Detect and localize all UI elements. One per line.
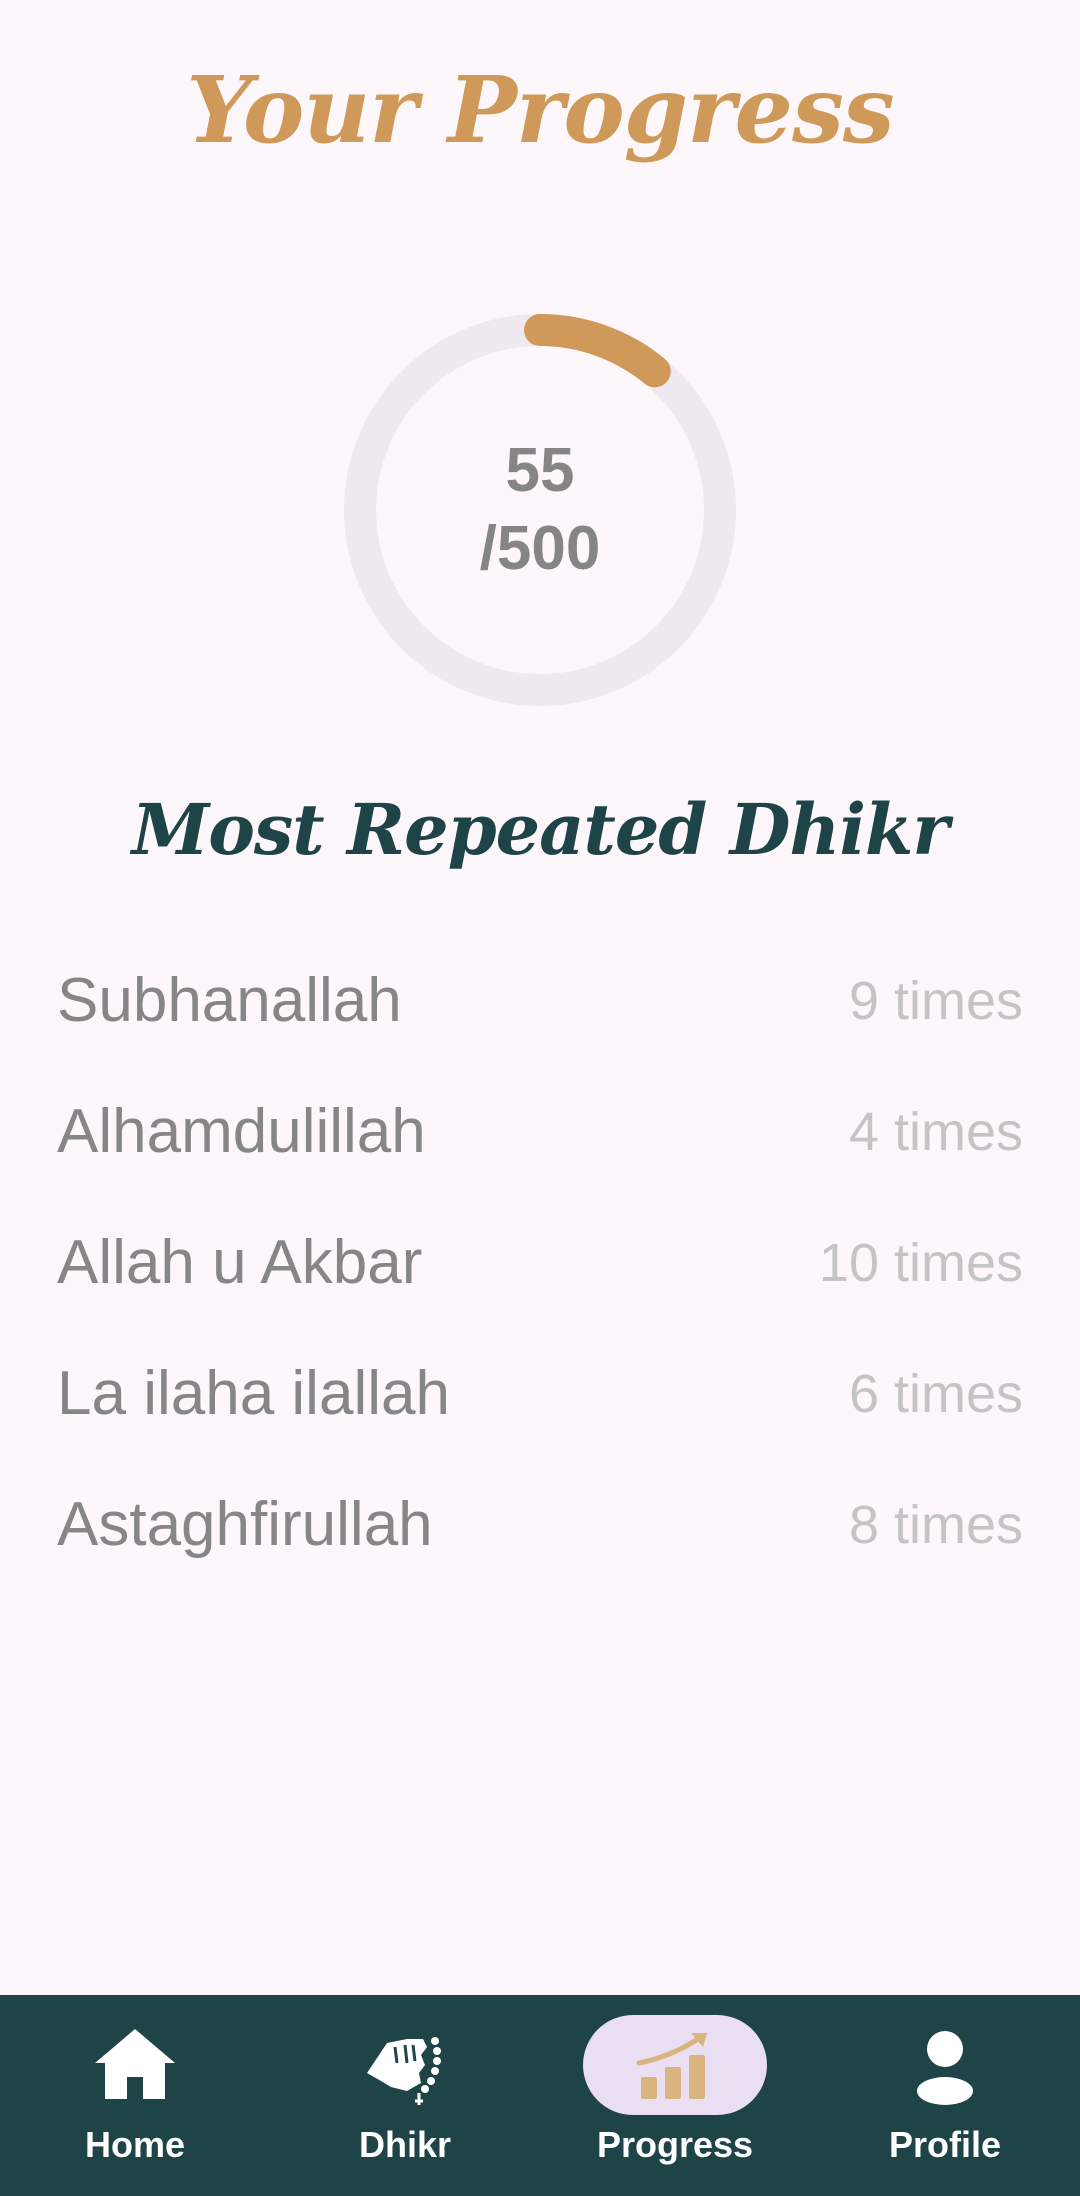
nav-item-profile[interactable]: Profile: [810, 1995, 1080, 2196]
prayer-hand-icon: [367, 2037, 441, 2105]
list-item: Alhamdulillah 4 times: [57, 1066, 1023, 1197]
list-item: Allah u Akbar 10 times: [57, 1197, 1023, 1328]
nav-label: Profile: [888, 2124, 1002, 2165]
dhikr-name: Alhamdulillah: [57, 1097, 426, 1166]
dhikr-name: La ilaha ilallah: [57, 1359, 450, 1428]
bottom-nav: Home Dhikr Progress Profile: [0, 1995, 1080, 2196]
person-icon: [917, 2031, 973, 2105]
progress-current: 55: [505, 436, 575, 505]
dhikr-name: Allah u Akbar: [57, 1228, 423, 1297]
progress-ring: 55 /500: [343, 313, 737, 707]
nav-item-progress[interactable]: Progress: [540, 1995, 810, 2196]
dhikr-count: 9 times: [848, 970, 1023, 1031]
dhikr-name: Subhanallah: [57, 966, 402, 1035]
nav-icon-container: [853, 2015, 1037, 2115]
nav-icon-container-active: [583, 2015, 767, 2115]
list-item: Astaghfirullah 8 times: [57, 1459, 1023, 1590]
list-item: Subhanallah 9 times: [57, 935, 1023, 1066]
chart-icon: [636, 2033, 707, 2099]
nav-item-home[interactable]: Home: [0, 1995, 270, 2196]
section-title: Most Repeated Dhikr: [131, 788, 950, 871]
dhikr-count: 8 times: [848, 1494, 1023, 1555]
dhikr-count: 4 times: [848, 1101, 1023, 1162]
page-title: Your Progress: [186, 56, 894, 164]
list-item: La ilaha ilallah 6 times: [57, 1328, 1023, 1459]
dhikr-name: Astaghfirullah: [57, 1490, 433, 1559]
dhikr-list: Subhanallah 9 times Alhamdulillah 4 time…: [57, 935, 1023, 1590]
nav-label: Dhikr: [358, 2124, 452, 2165]
dhikr-count: 6 times: [848, 1363, 1023, 1424]
nav-item-dhikr[interactable]: Dhikr: [270, 1995, 540, 2196]
nav-label: Home: [84, 2124, 186, 2165]
progress-text: 55 /500: [343, 313, 737, 707]
nav-icon-container: [313, 2015, 497, 2115]
progress-total: /500: [479, 514, 601, 583]
nav-label: Progress: [596, 2124, 754, 2165]
nav-icon-container: [43, 2015, 227, 2115]
dhikr-count: 10 times: [818, 1232, 1023, 1293]
home-icon: [95, 2029, 175, 2099]
